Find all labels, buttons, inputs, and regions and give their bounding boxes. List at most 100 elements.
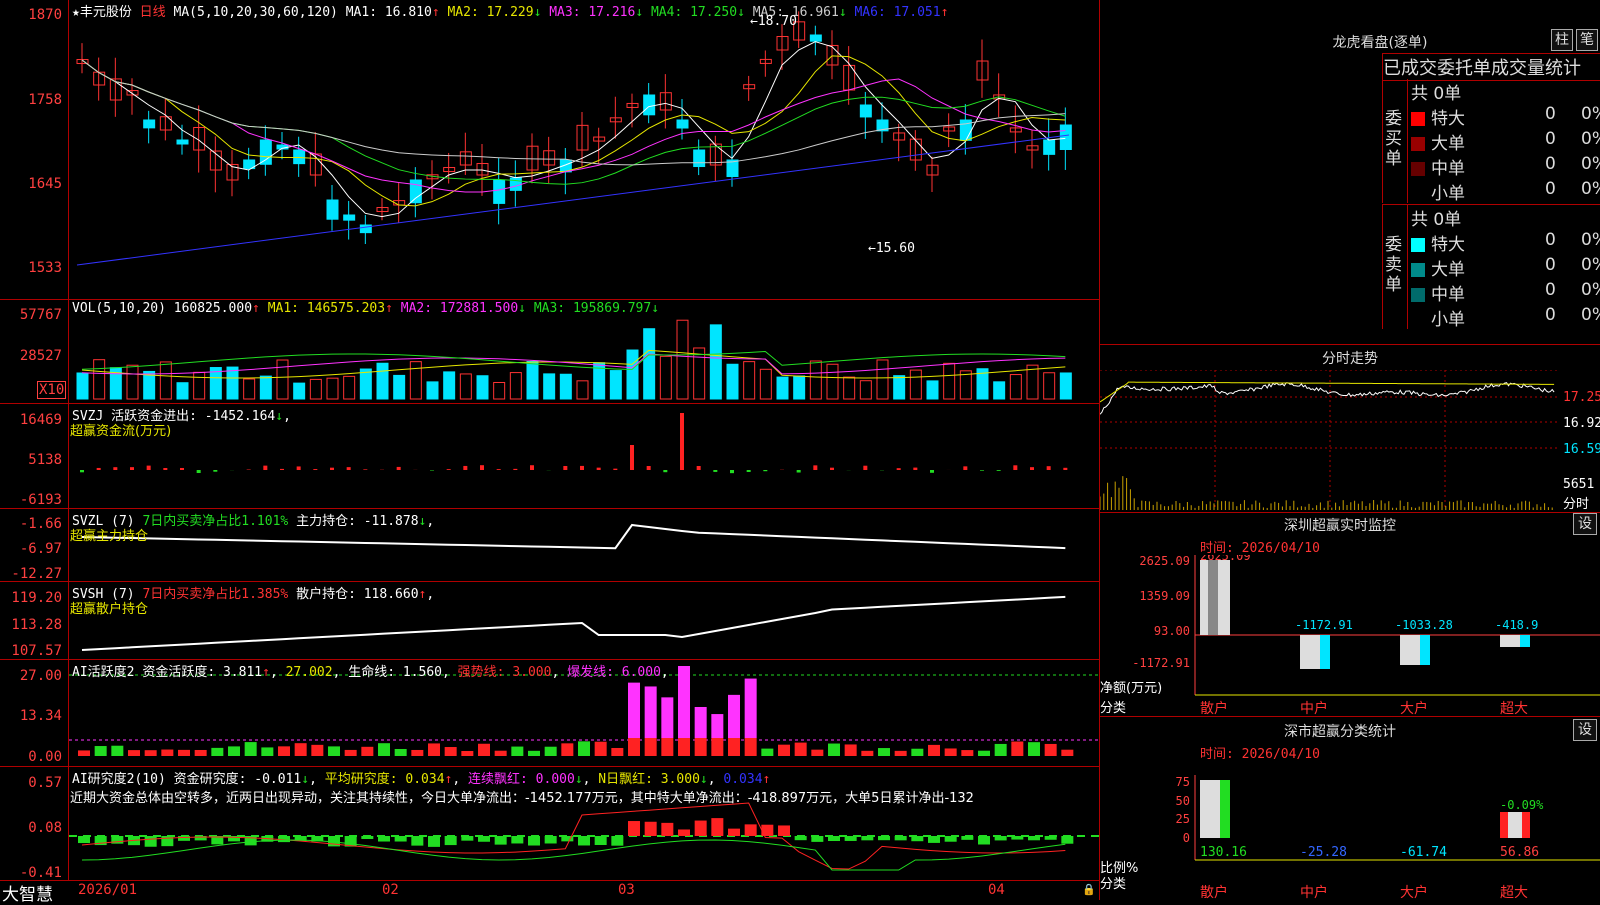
research-bar (528, 836, 540, 846)
activity-bar (378, 743, 390, 756)
flow-bar (313, 469, 317, 470)
volume-bar (710, 325, 721, 399)
ai1-strongline: 强势线: 3.000 (458, 665, 552, 680)
x-label: 04 (988, 882, 1005, 898)
tick-mode-button[interactable]: 笔 (1576, 29, 1598, 51)
activity-bar (128, 750, 140, 756)
flow-bar (147, 466, 151, 470)
svzl-value: 主力持仓: -11.878 (296, 514, 418, 529)
flow-bar (913, 468, 917, 470)
intraday-price: 16.59 (1563, 442, 1600, 457)
ai1-tick: 13.34 (0, 708, 62, 724)
volume-bar (777, 377, 788, 399)
ma-line (82, 42, 1065, 217)
vol-unit-badge[interactable]: X10 (37, 381, 66, 399)
ai2-v5: 0.034 (723, 772, 762, 787)
activity-bar (511, 747, 523, 756)
activity-bar (1045, 744, 1057, 756)
volume-bar (460, 374, 471, 399)
ai1-tick: 0.00 (0, 749, 62, 765)
app-logo: 大智慧 (2, 880, 53, 905)
data-label: -0.09% (1500, 798, 1544, 812)
stats-tick: 50 (1176, 794, 1190, 808)
stats-bar-accent (1522, 812, 1530, 838)
activity-bar (461, 751, 473, 756)
intraday-chart[interactable] (1100, 370, 1600, 512)
stats-cat: 大户 (1400, 882, 1428, 902)
stats-cat: 超大 (1500, 882, 1528, 902)
flow-bar (80, 470, 84, 472)
activity-bar (311, 745, 323, 756)
activity-bar (545, 747, 557, 756)
intraday-unit: 分时 (1563, 493, 1589, 512)
activity-bar-top (628, 683, 640, 738)
monitor-bar-accent (1520, 635, 1530, 647)
volume-ma-line (82, 354, 1065, 374)
chart-area[interactable]: ★丰元股份 日线 MA(5,10,20,30,60,120) MA1: 16.8… (0, 0, 1100, 900)
volume-bar (327, 378, 338, 399)
stats-tick: 75 (1176, 775, 1190, 789)
flow-bar (113, 467, 117, 470)
volume-bar (660, 356, 671, 399)
arrow-up-icon: ↑ (385, 301, 393, 316)
activity-bar (978, 751, 990, 756)
volume-bar (127, 365, 138, 399)
price-tick: 1870 (0, 7, 62, 23)
arrow-down-icon: ↓ (575, 772, 583, 787)
activity-bar (1028, 742, 1040, 756)
activity-bar-top (695, 707, 707, 738)
flow-bar (963, 466, 967, 470)
stats-tab[interactable]: 已成交委托单成交量统计 (1382, 53, 1600, 81)
activity-bar-top (645, 686, 657, 738)
price-tick: 1645 (0, 176, 62, 192)
activity-bar (795, 743, 807, 756)
ai1-title: AI活跃度2 (72, 665, 134, 680)
vol-tick: 57767 (0, 307, 62, 323)
flow-bar (180, 468, 184, 470)
bar-mode-button[interactable]: 柱 (1551, 29, 1573, 51)
research-bar (911, 836, 923, 841)
data-label: 56.86 (1500, 845, 1539, 860)
buy-side-label: 委买单 (1385, 109, 1405, 169)
data-label: 130.16 (1200, 845, 1247, 860)
research-bar (178, 836, 190, 841)
research-bar (378, 836, 390, 842)
activity-bar (961, 750, 973, 756)
research-bar (828, 836, 840, 841)
monitor-settings-button[interactable]: 设 (1573, 513, 1597, 535)
monitor-tick: 2625.09 (1139, 555, 1190, 568)
volume-bar (344, 376, 355, 399)
research-bar (961, 836, 973, 840)
volume-bar (927, 381, 938, 399)
stats-bar-accent (1220, 780, 1230, 838)
volume-bar (677, 320, 688, 399)
stats-settings-button[interactable]: 设 (1573, 719, 1597, 741)
flow-bar (347, 467, 351, 470)
volume-bar (310, 379, 321, 399)
lock-icon[interactable]: 🔒 (1082, 883, 1096, 896)
research-bar (511, 836, 523, 843)
svsh-value: 散户持仓: 118.660 (296, 587, 418, 602)
flow-bar (213, 470, 217, 472)
stats-cat: 中户 (1300, 882, 1328, 902)
flow-bar (330, 468, 334, 470)
price-tick: 1758 (0, 92, 62, 108)
research-bar (428, 836, 440, 847)
ai1-lifeline: 生命线: 1.560 (348, 665, 442, 680)
volume-bar (1027, 365, 1038, 399)
ai2-continuous: 连续飘红: 0.000 (468, 772, 575, 787)
buy-row: 特大00% (1411, 104, 1600, 129)
activity-bar (178, 750, 190, 756)
flow-bar (1047, 466, 1051, 470)
research-bar (1045, 836, 1057, 840)
ai2-avg: 平均研究度: 0.034 (325, 772, 445, 787)
activity-bar (678, 738, 690, 756)
volume-bar (894, 376, 905, 399)
chart-canvas[interactable] (69, 0, 1099, 880)
activity-bar-top (678, 666, 690, 738)
activity-bar (478, 744, 490, 756)
buy-row: 大单00% (1411, 129, 1600, 154)
stats-xlabel: 分类 (1100, 873, 1126, 892)
activity-bar (895, 751, 907, 756)
research-bar (678, 829, 690, 836)
